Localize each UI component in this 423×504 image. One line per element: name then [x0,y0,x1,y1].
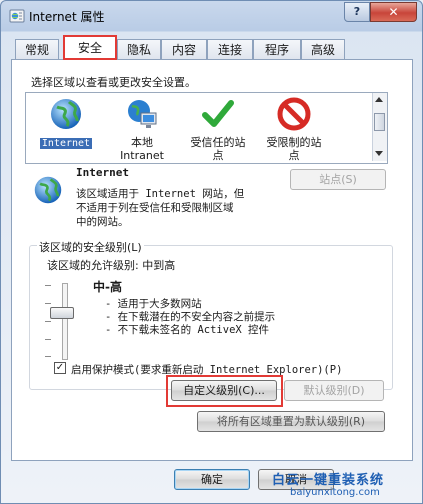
zone-name: Internet [76,166,129,179]
slider-tick [45,303,51,304]
protected-mode-checkbox[interactable]: ✓ [54,362,66,374]
security-slider-thumb[interactable] [50,307,74,319]
tab-programs[interactable]: 程序 [253,39,301,59]
close-button[interactable]: ✕ [370,2,417,22]
tab-connections[interactable]: 连接 [207,39,253,59]
slider-tick [45,285,51,286]
sites-button[interactable]: 站点(S) [290,169,386,190]
watermark-title: 白云一键重装系统 [272,473,385,488]
window-title: Internet 属性 [29,10,105,24]
zone-description-line-2: 不适用于列在受信任和受限制区域 [76,202,234,214]
default-level-button[interactable]: 默认级别(D) [284,380,384,401]
security-level-name: 中-高 [93,280,122,294]
globe-icon [51,99,81,129]
allowed-level-label: 该区域的允许级别: 中到高 [47,259,176,272]
zone-local-intranet-label: 本地 Intranet [120,136,164,162]
slider-tick [45,356,51,357]
scroll-down-arrow[interactable] [375,151,383,156]
ok-button[interactable]: 确定 [174,469,250,490]
help-button[interactable]: ? [344,2,370,22]
green-check-icon [202,100,234,127]
zone-internet-label: Internet [39,138,93,149]
level-bullet: - 不下载未签名的 ActiveX 控件 [105,324,270,336]
zone-restricted-sites-label: 受限制的站 点 [266,136,322,162]
scroll-up-arrow[interactable] [375,97,383,102]
local-intranet-icon [128,100,157,128]
no-entry-icon [277,97,311,131]
security-slider-track[interactable] [62,283,68,360]
slider-tick [45,339,51,340]
zone-local-intranet[interactable]: 本地 Intranet [102,97,182,162]
zones-prompt: 选择区域以查看或更改安全设置。 [31,76,196,89]
slider-tick [45,321,51,322]
zone-description-line-3: 中的网站。 [76,216,129,228]
globe-icon [34,176,62,204]
zone-trusted-sites-label: 受信任的站 点 [190,136,246,162]
tab-general[interactable]: 常规 [15,39,59,59]
security-level-group-label: 该区域的安全级别(L) [37,239,144,255]
highlight-box [166,375,283,407]
title-bar: Internet 属性 ? ✕ [1,1,422,31]
tab-security[interactable]: 安全 [63,35,117,60]
tab-privacy[interactable]: 隐私 [117,39,161,59]
zones-scrollbar[interactable] [372,93,387,161]
reset-all-zones-button[interactable]: 将所有区域重置为默认级别(R) [197,411,385,432]
zone-restricted-sites[interactable]: 受限制的站 点 [254,97,334,162]
tab-advanced[interactable]: 高级 [301,39,345,59]
internet-properties-window: Internet 属性 ? ✕ 常规 安全 隐私 内容 连接 程序 高级 选择区… [0,0,423,504]
zone-trusted-sites[interactable]: 受信任的站 点 [178,97,258,162]
tab-content[interactable]: 内容 [161,39,207,59]
zones-list[interactable]: Internet 本地 Intranet 受信任的站 点 受限制的站 点 [25,92,388,164]
internet-options-icon [9,9,25,23]
zone-internet[interactable]: Internet [26,97,106,150]
zone-description-line-1: 该区域适用于 Internet 网站，但 [76,188,245,200]
scrollbar-thumb[interactable] [374,113,385,131]
watermark: 白云一键重装系统 baiyunxitong.com [264,471,414,501]
watermark-url: baiyunxitong.com [290,487,380,498]
